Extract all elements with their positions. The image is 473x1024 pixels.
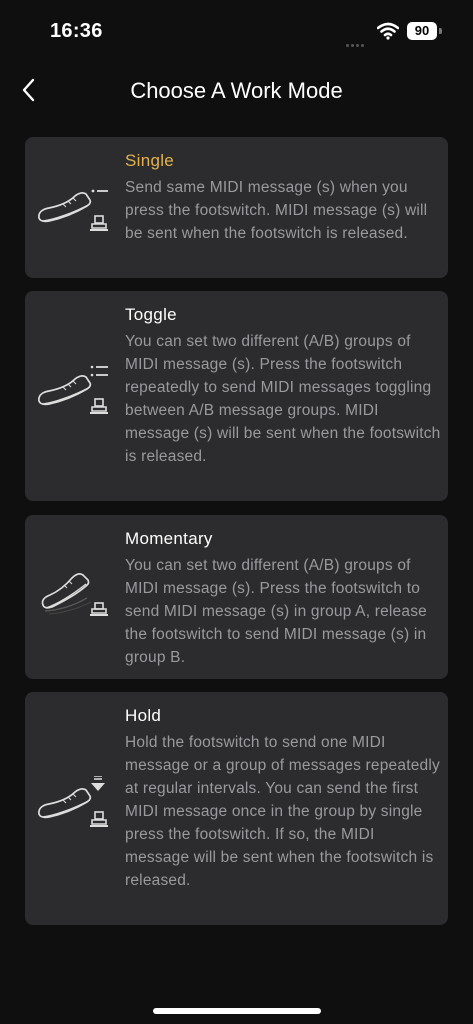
single-mode-icon — [38, 189, 108, 231]
mode-card-toggle[interactable]: Toggle You can set two different (A/B) g… — [25, 291, 448, 501]
mode-title-toggle: Toggle — [125, 305, 177, 324]
mode-card-hold[interactable]: Hold Hold the footswitch to send one MID… — [25, 692, 448, 925]
mode-description-hold: Hold the footswitch to send one MIDI mes… — [125, 734, 440, 889]
status-bar: 16:36 90 — [0, 0, 473, 64]
mode-title-momentary: Momentary — [125, 529, 213, 548]
momentary-mode-icon — [41, 573, 108, 616]
mode-description-single: Send same MIDI message (s) when you pres… — [125, 179, 428, 242]
header: Choose A Work Mode — [0, 64, 473, 120]
cellular-signal-icon — [346, 34, 366, 52]
wifi-icon — [377, 22, 399, 40]
battery-tip — [439, 28, 442, 34]
home-indicator[interactable] — [153, 1008, 321, 1014]
mode-description-toggle: You can set two different (A/B) groups o… — [125, 333, 441, 465]
mode-title-hold: Hold — [125, 706, 162, 725]
mode-description-momentary: You can set two different (A/B) groups o… — [125, 557, 427, 666]
mode-card-single[interactable]: Single Send same MIDI message (s) when y… — [25, 137, 448, 278]
page-title: Choose A Work Mode — [130, 78, 343, 103]
mode-card-momentary[interactable]: Momentary You can set two different (A/B… — [25, 515, 448, 679]
status-time: 16:36 — [50, 20, 103, 42]
battery-level: 90 — [407, 22, 437, 40]
hold-mode-icon — [38, 776, 108, 827]
toggle-mode-icon — [38, 365, 108, 414]
mode-title-single: Single — [125, 151, 175, 170]
